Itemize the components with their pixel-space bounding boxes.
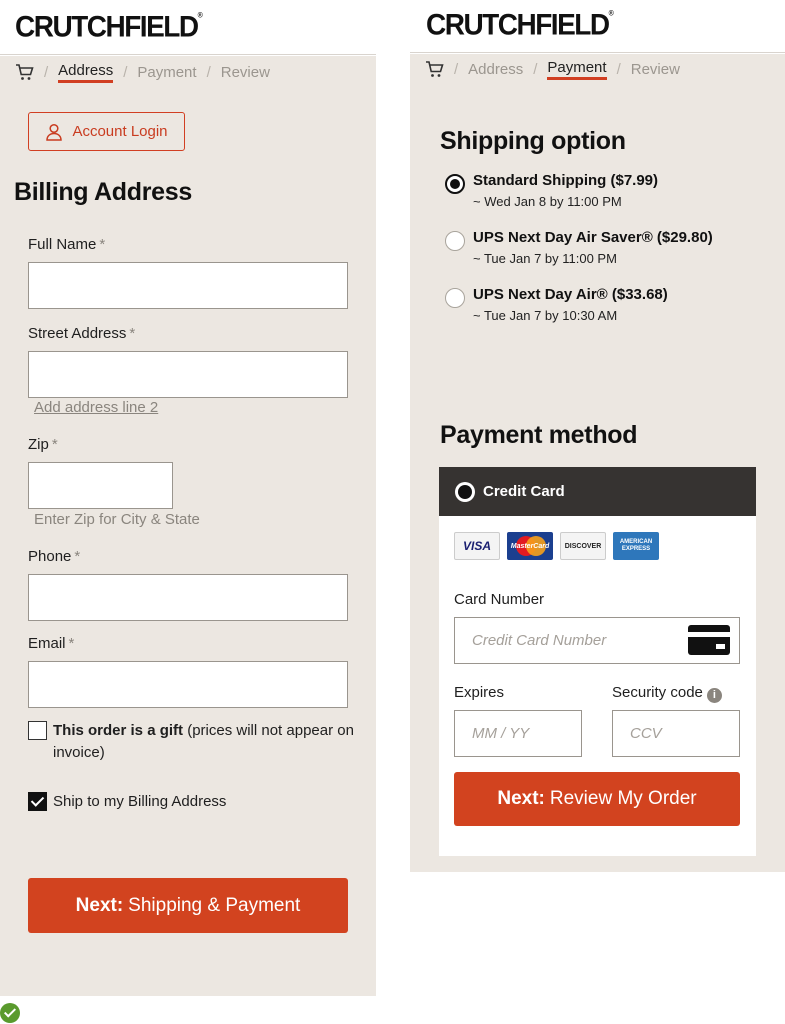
- crutchfield-logo[interactable]: CRUTCHFIELD®: [15, 10, 203, 44]
- card-number-placeholder: Credit Card Number: [472, 632, 607, 649]
- next-shipping-payment-button[interactable]: Next: Shipping & Payment: [28, 878, 348, 933]
- check-badge-icon: [0, 1003, 20, 1023]
- add-address-line-2-link[interactable]: Add address line 2: [34, 399, 158, 416]
- credit-card-tab[interactable]: Credit Card: [439, 467, 756, 516]
- gift-checkbox[interactable]: [28, 721, 47, 740]
- mastercard-logo: MasterCard: [507, 532, 553, 560]
- breadcrumb: / Address / Payment / Review: [425, 59, 680, 80]
- breadcrumb-review[interactable]: Review: [631, 61, 680, 78]
- phone-input[interactable]: [28, 574, 348, 621]
- card-number-input[interactable]: Credit Card Number: [454, 617, 740, 664]
- street-address-input[interactable]: [28, 351, 348, 398]
- cart-icon[interactable]: [425, 61, 444, 78]
- crutchfield-logo[interactable]: CRUTCHFIELD®: [426, 8, 614, 42]
- checkout-panel: / Address / Payment / Review Account Log…: [0, 56, 376, 996]
- security-code-input[interactable]: CCV: [612, 710, 740, 757]
- payment-screen: CRUTCHFIELD® / Address / Payment / Revie…: [410, 0, 785, 872]
- expires-placeholder: MM / YY: [472, 725, 530, 742]
- checkout-panel: / Address / Payment / Review Shipping op…: [410, 54, 785, 872]
- visa-logo: VISA: [454, 532, 500, 560]
- breadcrumb-address[interactable]: Address: [468, 61, 523, 78]
- shipping-option-heading: Shipping option: [440, 127, 626, 155]
- user-icon: [46, 123, 63, 141]
- radio-ups-next-day[interactable]: [445, 288, 465, 308]
- zip-helper-text: Enter Zip for City & State: [34, 511, 200, 528]
- account-login-label: Account Login: [72, 123, 168, 140]
- shipping-option-eta: ~ Tue Jan 7 by 11:00 PM: [473, 251, 617, 266]
- payment-method-heading: Payment method: [440, 421, 638, 449]
- account-login-button[interactable]: Account Login: [28, 112, 185, 151]
- shipping-option-eta: ~ Tue Jan 7 by 10:30 AM: [473, 308, 618, 323]
- security-code-placeholder: CCV: [630, 725, 662, 742]
- street-address-label: Street Address *: [28, 325, 136, 342]
- credit-card-icon: [688, 625, 730, 655]
- billing-address-screen: CRUTCHFIELD® / Address / Payment / Revie…: [0, 0, 376, 996]
- breadcrumb: / Address / Payment / Review: [15, 62, 270, 83]
- zip-input[interactable]: [28, 462, 173, 509]
- breadcrumb-address[interactable]: Address: [58, 62, 114, 83]
- header: CRUTCHFIELD®: [0, 0, 376, 55]
- credit-card-panel: Credit Card VISA MasterCard DISCOVER AME…: [439, 467, 756, 856]
- billing-address-heading: Billing Address: [14, 178, 192, 206]
- shipping-option-title: UPS Next Day Air® ($33.68): [473, 286, 668, 303]
- security-code-label: Security code i: [612, 684, 722, 703]
- header: CRUTCHFIELD®: [410, 0, 785, 53]
- gift-checkbox-label: This order is a gift (prices will not ap…: [53, 722, 354, 761]
- phone-label: Phone *: [28, 548, 81, 565]
- breadcrumb-payment[interactable]: Payment: [137, 64, 196, 81]
- radio-ups-saver[interactable]: [445, 231, 465, 251]
- breadcrumb-payment[interactable]: Payment: [547, 59, 607, 80]
- expires-label: Expires: [454, 684, 505, 701]
- full-name-label: Full Name *: [28, 236, 106, 253]
- email-label: Email *: [28, 635, 75, 652]
- radio-standard[interactable]: [445, 174, 465, 194]
- card-number-label: Card Number: [454, 591, 545, 608]
- expires-input[interactable]: MM / YY: [454, 710, 582, 757]
- next-review-order-button[interactable]: Next: Review My Order: [454, 772, 740, 826]
- shipping-option-title: Standard Shipping ($7.99): [473, 172, 659, 189]
- zip-label: Zip *: [28, 436, 58, 453]
- full-name-input[interactable]: [28, 262, 348, 309]
- amex-logo: AMERICAN EXPRESS: [613, 532, 659, 560]
- cart-icon[interactable]: [15, 64, 34, 81]
- info-icon[interactable]: i: [706, 688, 722, 703]
- discover-logo: DISCOVER: [560, 532, 606, 560]
- shipping-option-eta: ~ Wed Jan 8 by 11:00 PM: [473, 194, 622, 209]
- ship-to-billing-checkbox[interactable]: [28, 792, 47, 811]
- credit-card-radio[interactable]: [455, 481, 475, 502]
- credit-card-tab-label: Credit Card: [483, 483, 565, 500]
- shipping-option-title: UPS Next Day Air Saver® ($29.80): [473, 229, 713, 246]
- ship-to-billing-label: Ship to my Billing Address: [53, 793, 227, 810]
- email-input[interactable]: [28, 661, 348, 708]
- breadcrumb-review[interactable]: Review: [221, 64, 270, 81]
